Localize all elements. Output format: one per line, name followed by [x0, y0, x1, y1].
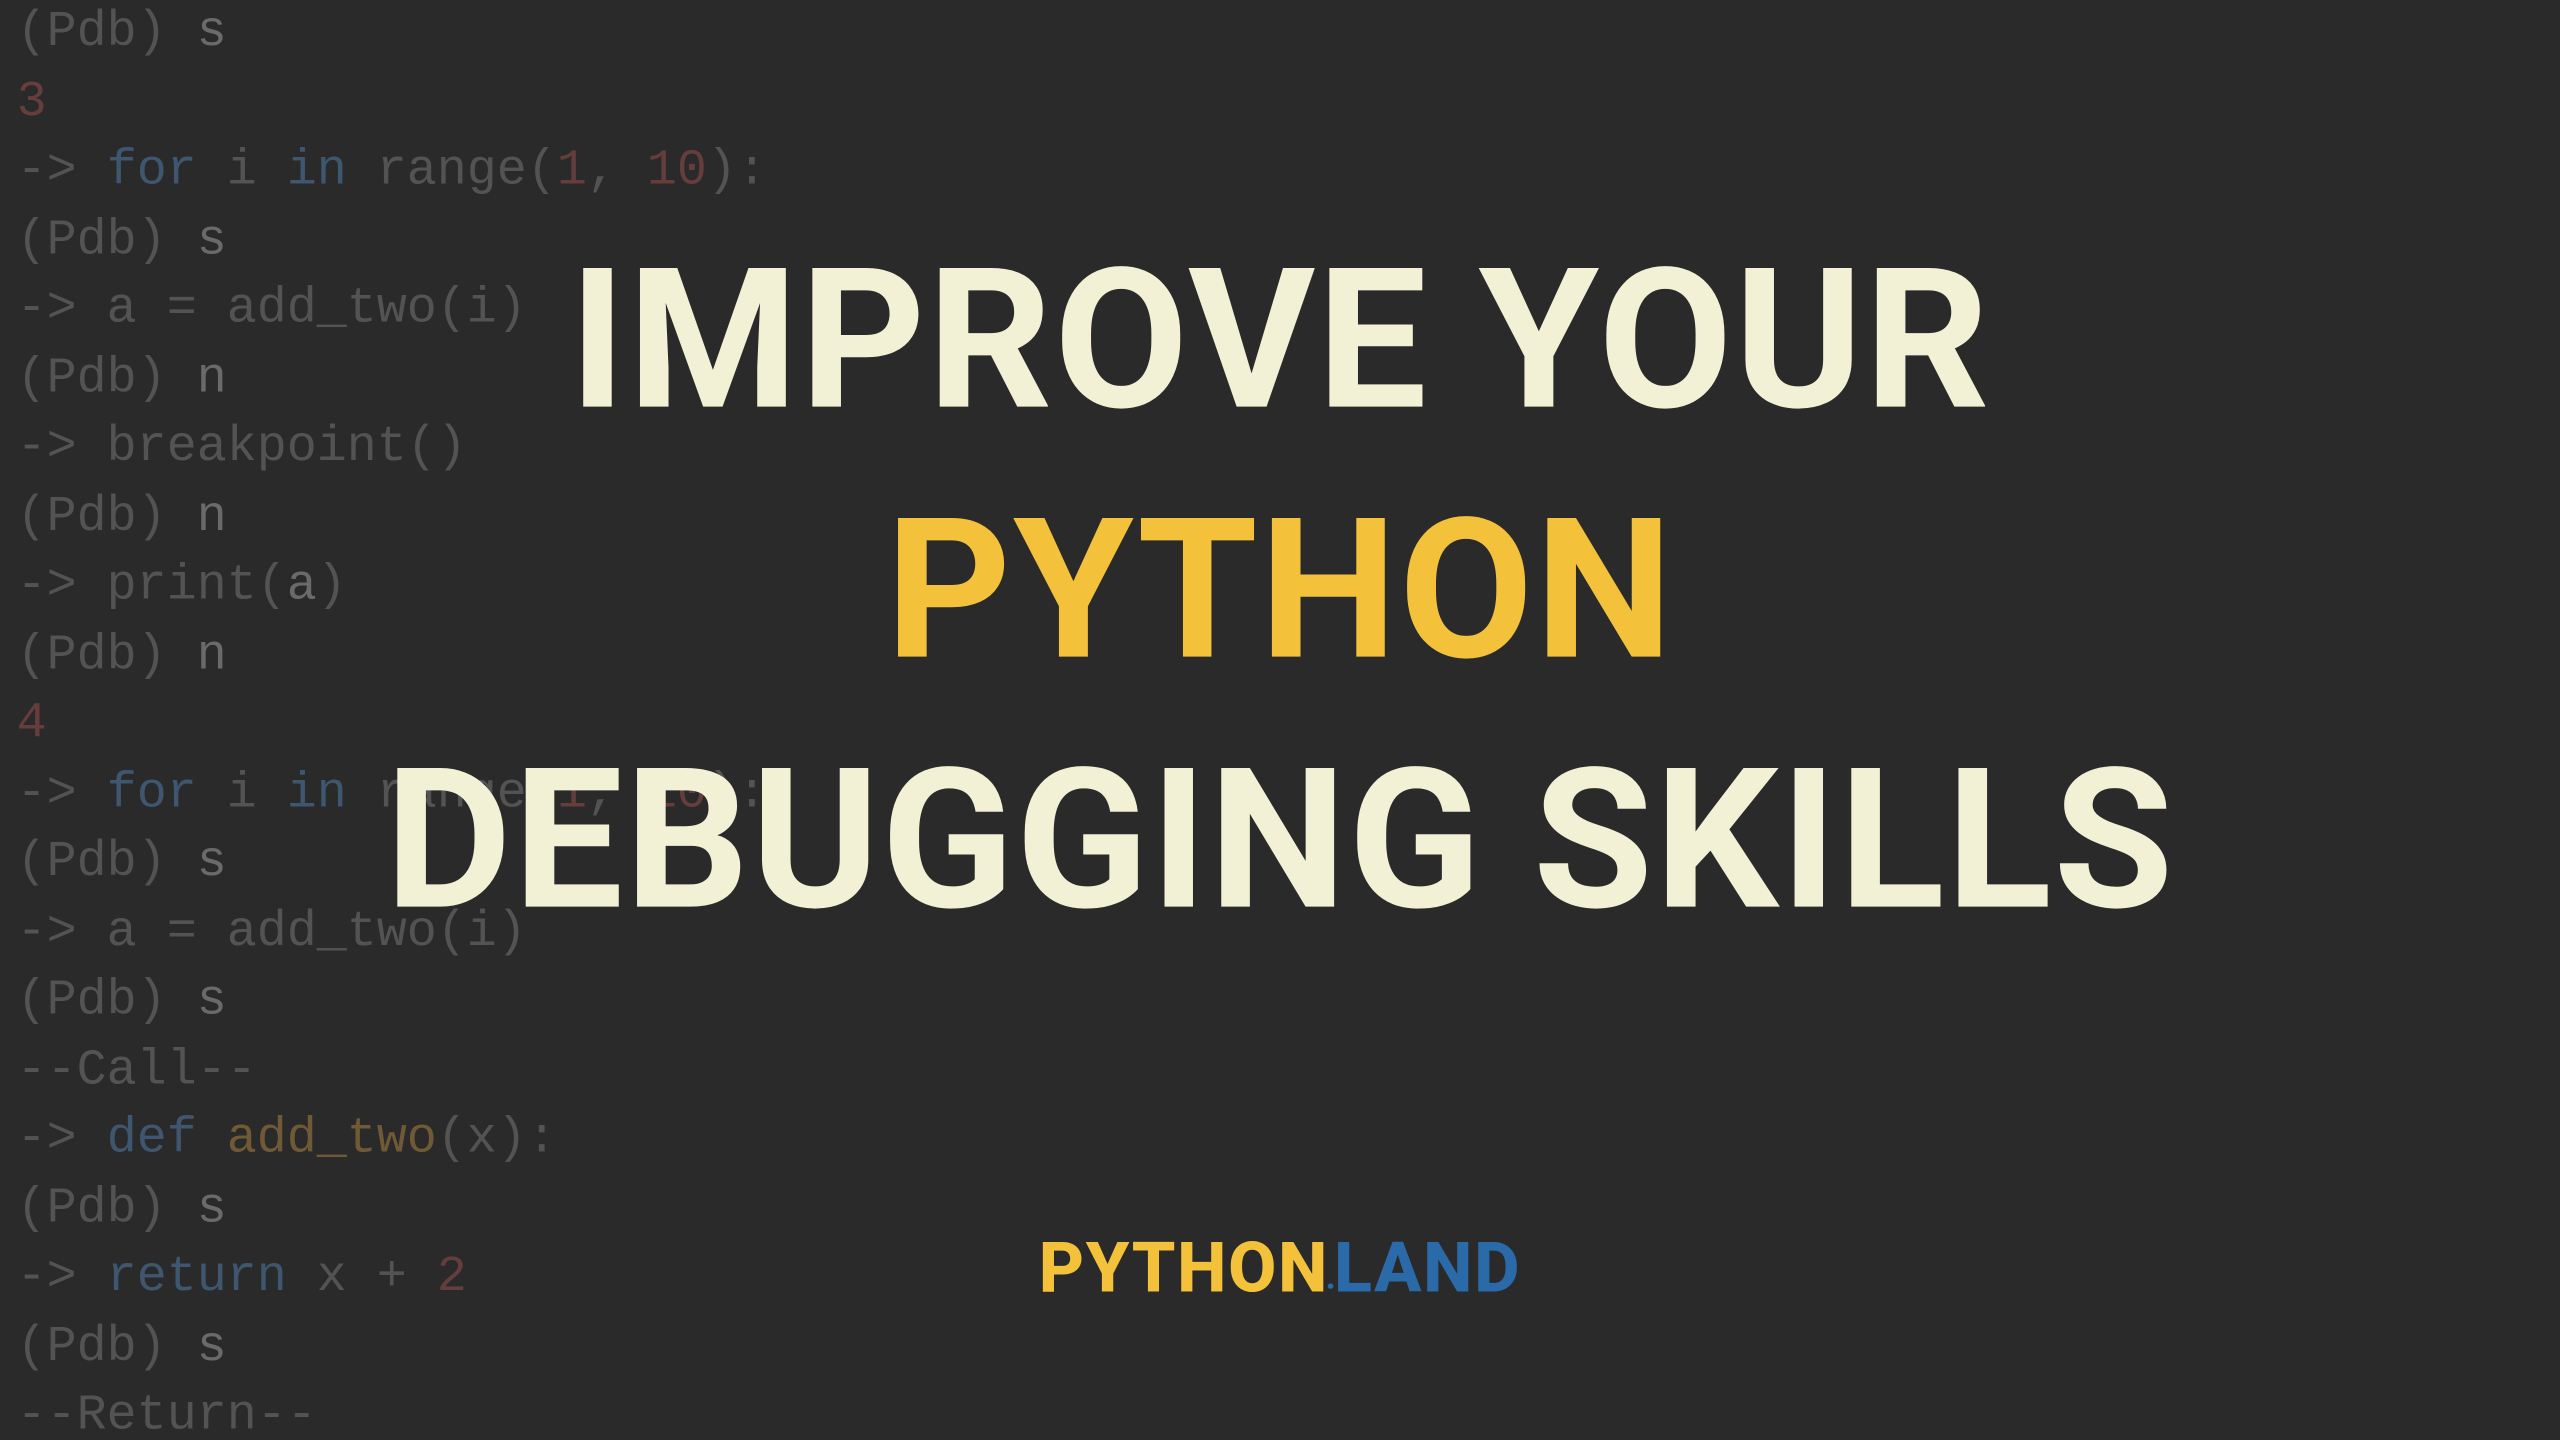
- brand-part-land: LAND: [1334, 1228, 1521, 1310]
- brand-logo: PYTHON.LAND: [0, 1228, 2560, 1310]
- brand-part-python: PYTHON: [1039, 1228, 1329, 1310]
- title-line-3: DEBUGGING SKILLS: [0, 716, 2560, 966]
- title-line-2: PYTHON: [0, 466, 2560, 716]
- title-line-1: IMPROVE YOUR: [0, 217, 2560, 467]
- main-title: IMPROVE YOUR PYTHON DEBUGGING SKILLS: [0, 217, 2560, 966]
